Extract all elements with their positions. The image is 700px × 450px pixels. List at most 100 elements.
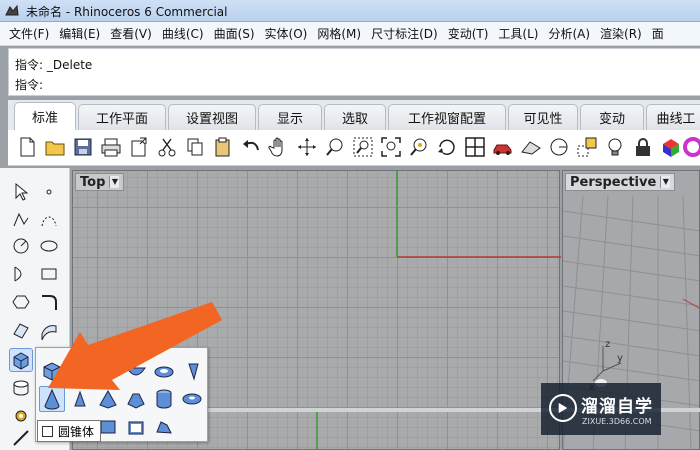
watermark: 溜溜自学 ZIXUE.3D66.COM — [541, 383, 661, 435]
viewport-dropdown-icon[interactable]: ▼ — [109, 176, 120, 188]
tab-transform[interactable]: 变动 — [580, 104, 644, 130]
pyramid-truncated-icon[interactable] — [123, 386, 149, 412]
copy-icon[interactable] — [182, 134, 208, 160]
title-bar: 未命名 - Rhinoceros 6 Commercial — [0, 0, 700, 22]
import-icon[interactable] — [126, 134, 152, 160]
command-history: 指令: _Delete — [15, 58, 93, 72]
cut-icon[interactable] — [154, 134, 180, 160]
text-object-icon[interactable] — [151, 414, 177, 440]
menu-surface[interactable]: 曲面(S) — [214, 25, 255, 42]
pipe-icon[interactable] — [123, 414, 149, 440]
select-icon[interactable] — [546, 134, 572, 160]
menu-view[interactable]: 查看(V) — [110, 25, 152, 42]
color-wheel-icon[interactable] — [680, 134, 700, 160]
lock-icon[interactable] — [630, 134, 656, 160]
tooltip-text: 圆锥体 — [58, 424, 95, 439]
undo-icon[interactable] — [238, 134, 264, 160]
tab-set-view[interactable]: 设置视图 — [168, 104, 256, 130]
curve-icon[interactable] — [37, 208, 61, 232]
gear-icon[interactable] — [9, 404, 33, 428]
paraboloid-icon[interactable] — [123, 358, 149, 384]
box-icon[interactable] — [39, 358, 65, 384]
zoom-extents-icon[interactable] — [378, 134, 404, 160]
tab-visibility[interactable]: 可见性 — [508, 104, 578, 130]
menu-curve[interactable]: 曲线(C) — [162, 25, 204, 42]
open-folder-icon[interactable] — [42, 134, 68, 160]
new-file-icon[interactable] — [14, 134, 40, 160]
standard-toolbar — [8, 130, 700, 166]
ellipsoid-icon[interactable] — [95, 358, 121, 384]
select-arrow-icon[interactable] — [9, 180, 33, 204]
menu-transform[interactable]: 变动(T) — [448, 25, 489, 42]
transform-icon[interactable] — [9, 426, 33, 450]
toolbar-tabs: 标准 工作平面 设置视图 显示 选取 工作视窗配置 可见性 变动 曲线工 — [8, 100, 700, 130]
cone-tooltip: 圆锥体 — [37, 420, 102, 442]
watermark-subtitle: ZIXUE.3D66.COM — [582, 417, 652, 426]
rotate-view-icon[interactable] — [294, 134, 320, 160]
car-icon[interactable] — [490, 134, 516, 160]
watermark-title: 溜溜自学 — [581, 397, 653, 417]
perspective-viewport-name: Perspective — [570, 174, 657, 190]
solid-box-icon[interactable] — [9, 348, 33, 372]
menu-tools[interactable]: 工具(L) — [498, 25, 538, 42]
svg-text:z: z — [605, 339, 610, 350]
watermark-logo-icon — [549, 394, 577, 422]
torus-icon[interactable] — [179, 386, 205, 412]
cone-truncated-icon[interactable] — [67, 386, 93, 412]
mouse-button-icon — [42, 426, 53, 437]
menu-dimension[interactable]: 尺寸标注(D) — [371, 25, 438, 42]
zoom-icon[interactable] — [322, 134, 348, 160]
arc-icon[interactable] — [9, 262, 33, 286]
window-title: 未命名 - Rhinoceros 6 Commercial — [26, 5, 228, 19]
rotate-camera-icon[interactable] — [434, 134, 460, 160]
ellipse-icon[interactable] — [37, 234, 61, 258]
circle-icon[interactable] — [9, 234, 33, 258]
truncated-cone-icon[interactable] — [179, 358, 205, 384]
tab-standard[interactable]: 标准 — [14, 102, 76, 130]
save-icon[interactable] — [70, 134, 96, 160]
menu-mesh[interactable]: 网格(M) — [317, 25, 361, 42]
tab-cplanes[interactable]: 工作平面 — [78, 104, 166, 130]
menu-render[interactable]: 渲染(R) — [600, 25, 642, 42]
svg-text:y: y — [617, 353, 623, 364]
object-snap-icon[interactable] — [574, 134, 600, 160]
fillet-curve-icon[interactable] — [37, 290, 61, 314]
tab-curve-tools[interactable]: 曲线工 — [646, 104, 700, 130]
tab-viewport-layout[interactable]: 工作视窗配置 — [388, 104, 506, 130]
pyramid-icon[interactable] — [95, 386, 121, 412]
point-icon[interactable] — [37, 180, 61, 204]
tab-select[interactable]: 选取 — [324, 104, 386, 130]
perspective-plane-icon[interactable] — [518, 134, 544, 160]
polyline-icon[interactable] — [9, 208, 33, 232]
paste-icon[interactable] — [210, 134, 236, 160]
command-area: 指令: _Delete 指令: — [8, 48, 700, 96]
pan-hand-icon[interactable] — [266, 134, 292, 160]
zoom-window-icon[interactable] — [350, 134, 376, 160]
surface-icon[interactable] — [9, 318, 33, 342]
rhino-app-icon[interactable] — [4, 3, 20, 19]
four-viewports-icon[interactable] — [462, 134, 488, 160]
light-bulb-icon[interactable] — [602, 134, 628, 160]
perspective-dropdown-icon[interactable]: ▼ — [660, 176, 671, 188]
extrude-icon[interactable] — [37, 318, 61, 342]
menu-file[interactable]: 文件(F) — [9, 25, 49, 42]
tab-display[interactable]: 显示 — [258, 104, 322, 130]
cone-icon[interactable] — [39, 386, 65, 412]
menu-edit[interactable]: 编辑(E) — [59, 25, 100, 42]
print-icon[interactable] — [98, 134, 124, 160]
torus-flat-icon[interactable] — [151, 358, 177, 384]
sphere-icon[interactable] — [67, 358, 93, 384]
command-prompt[interactable]: 指令: — [15, 76, 43, 93]
perspective-viewport-title[interactable]: Perspective ▼ — [565, 173, 676, 191]
menu-panels[interactable]: 面 — [652, 25, 664, 42]
polygon-icon[interactable] — [9, 290, 33, 314]
top-viewport-name: Top — [80, 174, 106, 190]
menu-solid[interactable]: 实体(O) — [265, 25, 308, 42]
menu-analyze[interactable]: 分析(A) — [548, 25, 590, 42]
rectangle-icon[interactable] — [37, 262, 61, 286]
mesh-icon[interactable] — [9, 376, 33, 400]
cylinder-icon[interactable] — [151, 386, 177, 412]
menu-bar: 文件(F) 编辑(E) 查看(V) 曲线(C) 曲面(S) 实体(O) 网格(M… — [0, 22, 700, 46]
zoom-selected-icon[interactable] — [406, 134, 432, 160]
top-viewport-title[interactable]: Top ▼ — [75, 173, 125, 191]
